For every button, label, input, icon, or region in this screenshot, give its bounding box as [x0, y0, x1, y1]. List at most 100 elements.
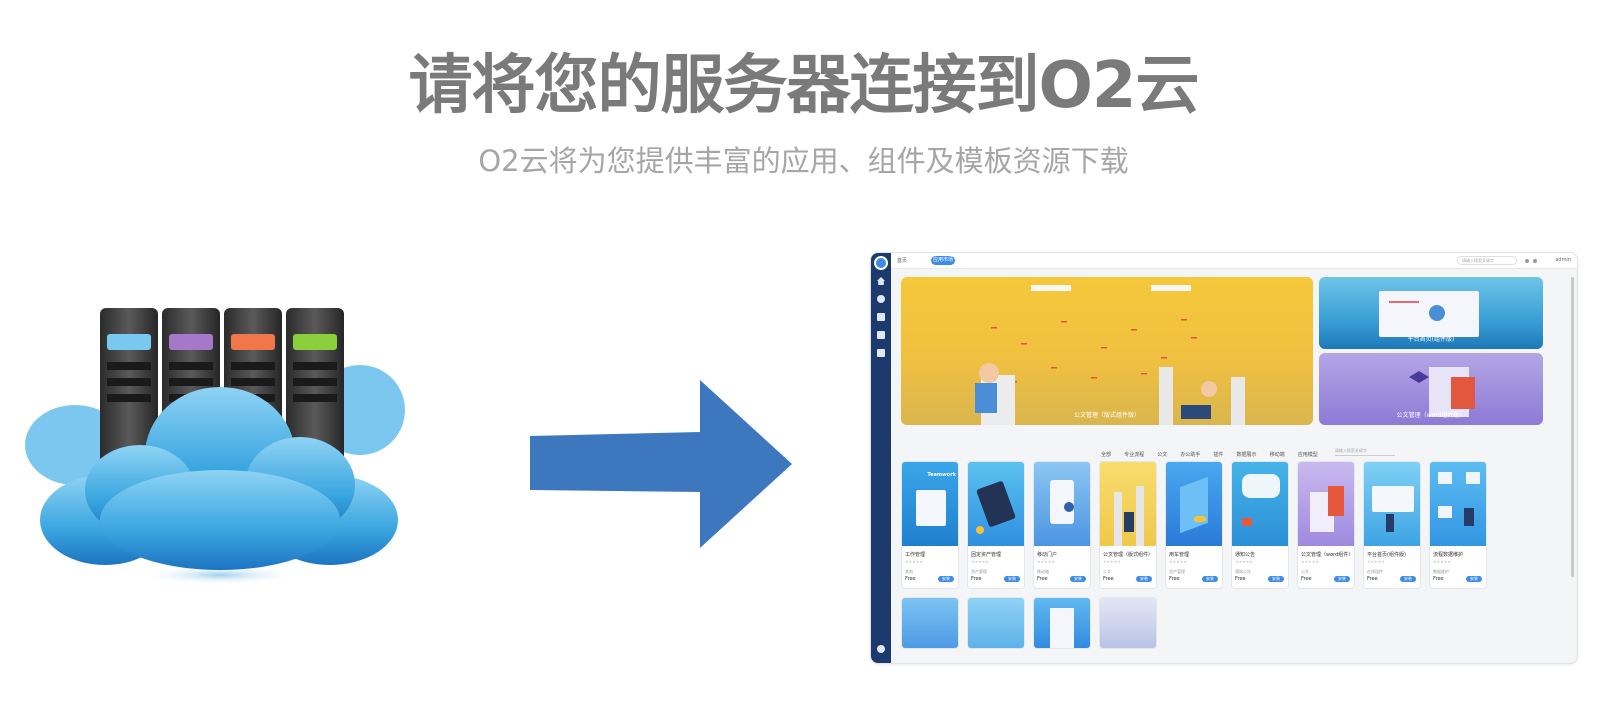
filter-docs[interactable]: 公文 — [1157, 451, 1167, 458]
app-card[interactable]: 用车管理 ★★★★★ 资产管理 Free 安装 — [1165, 461, 1223, 589]
app-category: 资产管理 — [1169, 569, 1185, 574]
app-card-image — [1232, 462, 1288, 546]
app-price: Free — [1433, 576, 1444, 582]
filter-search-input[interactable]: 请输入搜索关键字 — [1334, 448, 1395, 456]
app-card-image — [1298, 462, 1354, 546]
rating-stars: ★★★★★ — [1169, 559, 1187, 564]
app-price: Free — [971, 576, 982, 582]
install-button[interactable]: 安装 — [1268, 576, 1284, 582]
teamwork-label: Teamwork — [927, 472, 956, 478]
rating-stars: ★★★★★ — [1301, 559, 1319, 564]
app-card[interactable] — [967, 597, 1025, 649]
app-name: 用车管理 — [1169, 552, 1190, 558]
app-category: 数据维护 — [1433, 569, 1449, 574]
side-banner-caption: 平台首页(组件版) — [1407, 336, 1455, 343]
page-title: 请将您的服务器连接到O2云 — [408, 49, 1200, 123]
rating-stars: ★★★★★ — [905, 559, 923, 564]
app-card-image — [1034, 462, 1090, 546]
app-name: 通知公告 — [1235, 552, 1256, 558]
app-price: Free — [1103, 576, 1114, 582]
rating-stars: ★★★★★ — [1235, 559, 1253, 564]
app-card-image — [968, 598, 1024, 648]
side-banner-portal[interactable]: 平台首页(组件版) — [1319, 277, 1543, 349]
app-card-image — [1034, 598, 1090, 648]
app-card-image — [1166, 462, 1222, 546]
app-card[interactable]: 平台首页(组件版) ★★★★★ 在线组件 Free 安装 — [1363, 461, 1421, 589]
install-button[interactable]: 安装 — [1466, 576, 1482, 582]
app-name: 公文管理（版式组件） — [1103, 552, 1154, 558]
app-name: 固定资产管理 — [971, 552, 1002, 558]
home-link[interactable]: 首页 — [897, 257, 907, 264]
home-icon[interactable] — [877, 277, 885, 285]
connect-o2-cloud-page: 请将您的服务器连接到O2云 O2云将为您提供丰富的应用、组件及模板资源下载 首页… — [0, 0, 1607, 718]
filter-model[interactable]: 应用模型 — [1298, 451, 1318, 458]
app-price: Free — [1301, 576, 1312, 582]
filter-data[interactable]: 数据展示 — [1237, 451, 1257, 458]
install-button[interactable]: 安装 — [1202, 576, 1218, 582]
side-banner-word[interactable]: 公文管理（word组件版） — [1319, 353, 1543, 425]
sidebar — [871, 253, 891, 663]
install-button[interactable]: 安装 — [1004, 576, 1020, 582]
app-card[interactable] — [901, 597, 959, 649]
list-icon[interactable] — [877, 313, 885, 321]
app-name: 公文管理（word组件） — [1301, 552, 1354, 558]
calendar-icon[interactable] — [877, 349, 885, 357]
rating-stars: ★★★★★ — [971, 559, 989, 564]
office-illustration — [975, 285, 1245, 425]
app-card[interactable] — [1033, 597, 1091, 649]
app-card-image — [1100, 462, 1156, 546]
doc-icon[interactable] — [877, 331, 885, 339]
app-card-image — [1364, 462, 1420, 546]
app-card[interactable]: 通知公告 ★★★★★ 通知公告 Free 安装 — [1231, 461, 1289, 589]
install-button[interactable]: 安装 — [1070, 576, 1086, 582]
app-card[interactable]: 固定资产管理 ★★★★★ 资产管理 Free 安装 — [967, 461, 1025, 589]
banner-caption: 公文管理（版式组件版） — [1073, 412, 1140, 419]
app-card[interactable]: 公文管理（版式组件） ★★★★★ 公文 Free 安装 — [1099, 461, 1157, 589]
scrollbar[interactable] — [1571, 277, 1574, 577]
install-button[interactable]: 安装 — [1400, 576, 1416, 582]
tab-app-market[interactable]: 应用市场 — [931, 256, 955, 265]
app-card[interactable]: 移动门户 ★★★★★ 移动端 Free 安装 — [1033, 461, 1091, 589]
filter-plugin[interactable]: 插件 — [1213, 451, 1223, 458]
filter-office[interactable]: 办公助手 — [1180, 451, 1200, 458]
topbar: 首页 应用市场 请输入搜索关键字 admin — [891, 253, 1577, 269]
gear-icon[interactable] — [1533, 259, 1537, 263]
app-category: 移动端 — [1037, 569, 1049, 574]
filter-mobile[interactable]: 移动端 — [1270, 451, 1285, 458]
search-input[interactable]: 请输入搜索关键字 — [1457, 256, 1517, 265]
app-category: 在线组件 — [1367, 569, 1383, 574]
app-card[interactable]: Teamwork 工作管理 ★★★★★ 其他 Free 安装 — [901, 461, 959, 589]
app-price: Free — [1037, 576, 1048, 582]
user-name[interactable]: admin — [1555, 257, 1571, 263]
app-name: 工作管理 — [905, 552, 926, 558]
bell-icon[interactable] — [1525, 259, 1529, 263]
app-price: Free — [1235, 576, 1246, 582]
settings-icon[interactable] — [877, 645, 885, 653]
rating-stars: ★★★★★ — [1037, 559, 1055, 564]
app-category: 公文 — [1301, 569, 1309, 574]
app-name: 平台首页(组件版) — [1367, 552, 1406, 558]
install-button[interactable]: 安装 — [1334, 576, 1350, 582]
right-arrow-icon — [530, 380, 792, 548]
app-category: 其他 — [905, 569, 913, 574]
main-banner[interactable]: 公文管理（版式组件版） — [901, 277, 1313, 425]
app-card-image — [968, 462, 1024, 546]
rating-stars: ★★★★★ — [1103, 559, 1121, 564]
user-icon[interactable] — [877, 295, 885, 303]
app-card-image — [902, 598, 958, 648]
server-cloud-illustration — [25, 308, 405, 585]
page-subtitle: O2云将为您提供丰富的应用、组件及模板资源下载 — [478, 144, 1129, 178]
o2-logo-icon — [874, 256, 888, 270]
app-category: 资产管理 — [971, 569, 987, 574]
install-button[interactable]: 安装 — [938, 576, 954, 582]
app-price: Free — [905, 576, 916, 582]
filter-all[interactable]: 全部 — [1101, 451, 1111, 458]
app-price: Free — [1169, 576, 1180, 582]
app-card[interactable]: 公文管理（word组件） ★★★★★ 公文 Free 安装 — [1297, 461, 1355, 589]
install-button[interactable]: 安装 — [1136, 576, 1152, 582]
app-card-image — [1430, 462, 1486, 546]
app-card[interactable]: 流程数据维护 ★★★★★ 数据维护 Free 安装 — [1429, 461, 1487, 589]
filter-process[interactable]: 专业流程 — [1124, 451, 1144, 458]
side-banner-caption: 公文管理（word组件版） — [1396, 412, 1466, 419]
app-card[interactable] — [1099, 597, 1157, 649]
